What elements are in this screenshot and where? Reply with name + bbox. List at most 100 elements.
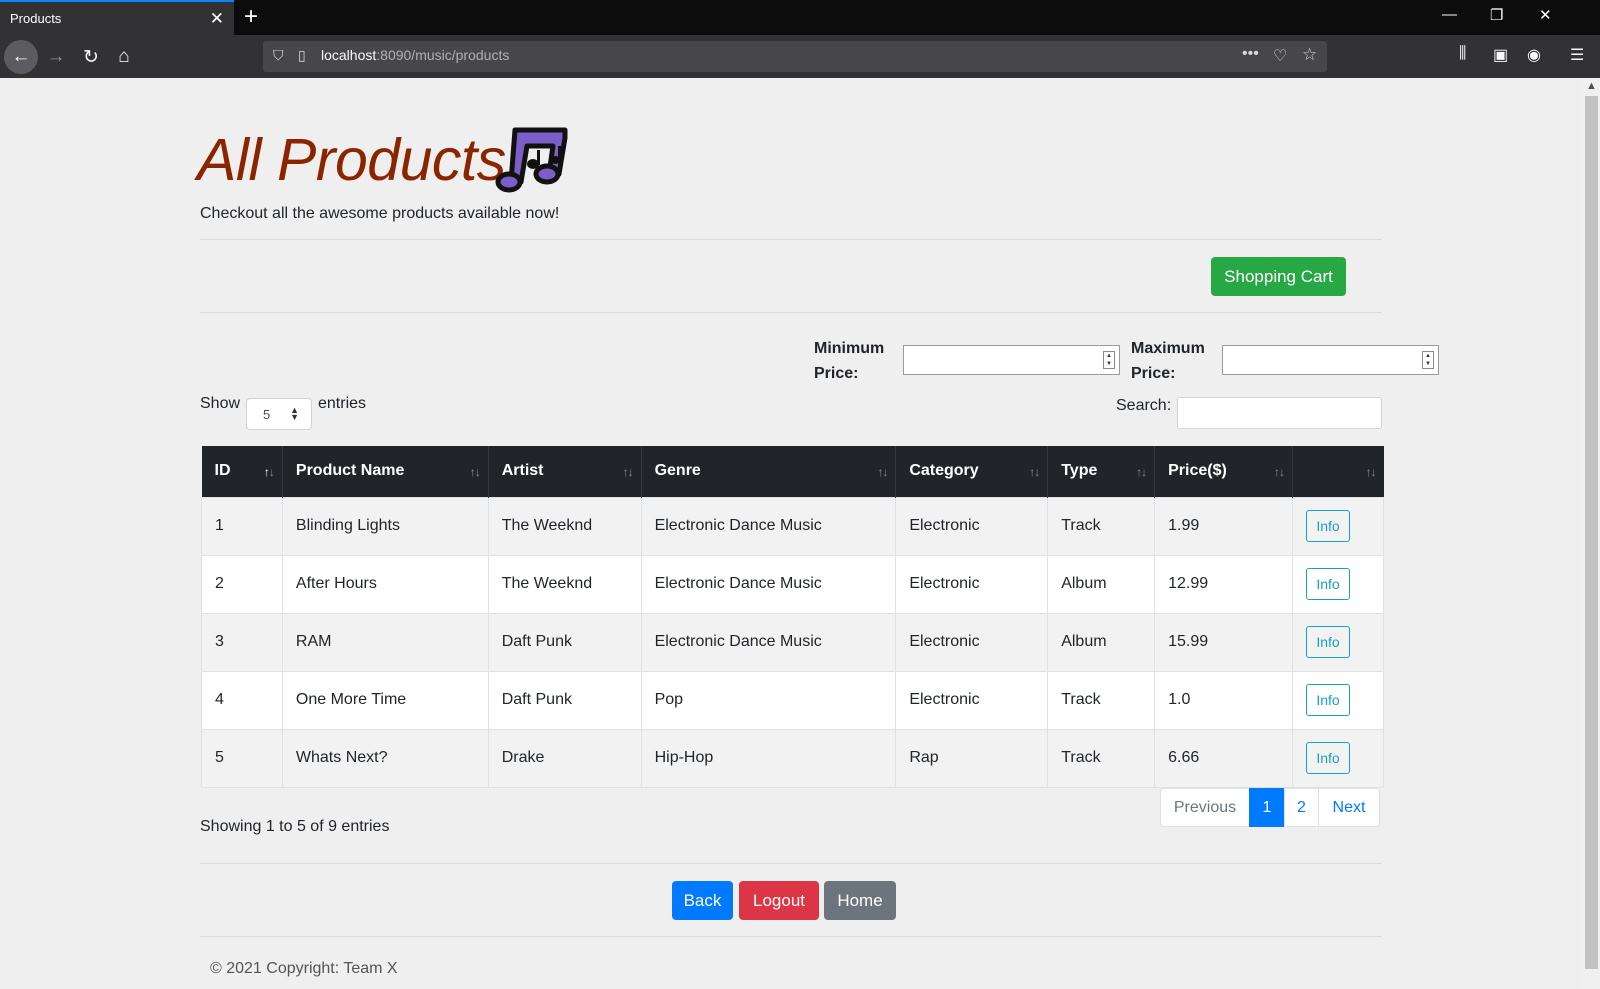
cell-id: 5 [201,728,283,788]
sort-icon: ↑↓ [1136,465,1147,479]
sort-icon: ↑↓ [877,465,888,479]
max-price-input[interactable]: ▲ ▼ [1222,345,1439,375]
entries-selected-value: 5 [263,406,271,422]
tab-title: Products [10,11,62,26]
shield-icon[interactable]: ⛉ [273,47,284,64]
info-button[interactable]: Info [1306,684,1351,716]
pagination-next[interactable]: Next [1318,788,1380,827]
cell-actions: Info [1292,496,1384,556]
cell-actions: Info [1292,670,1384,730]
forward-arrow-icon[interactable]: → [41,42,71,72]
products-table: ID ↑↓ Product Name ↑↓ Artist ↑↓ Genre ↑↓ Cat… [201,446,1384,788]
column-header-id[interactable]: ID ↑↓ [201,446,283,497]
restore-icon[interactable]: ❐ [1490,6,1503,24]
back-button[interactable]: Back [672,881,733,920]
cell-price: 15.99 [1154,612,1294,672]
pagination-page-1[interactable]: 1 [1249,788,1285,827]
back-arrow-icon[interactable]: ← [4,40,38,74]
scroll-up-icon[interactable]: ▲ [1586,80,1597,92]
cell-artist: The Weeknd [487,496,642,556]
table-header-row: ID ↑↓ Product Name ↑↓ Artist ↑↓ Genre ↑↓ Cat… [201,446,1384,497]
url-host: localhost [321,47,377,63]
cell-actions: Info [1292,612,1384,672]
max-price-label: Maximum Price: [1131,336,1205,386]
column-header-label: ID [214,462,231,480]
pocket-icon[interactable]: ♡ [1273,46,1287,66]
new-tab-icon[interactable]: + [244,3,258,31]
browser-tab-products[interactable]: Products ✕ [0,0,234,35]
column-header-artist[interactable]: Artist ↑↓ [487,446,642,497]
music-notes-icon [495,127,568,193]
browser-nav-bar: ← → ↻ ⌂ ⛉ ▯ localhost:8090/music/product… [0,35,1600,78]
info-button[interactable]: Info [1306,742,1351,774]
search-input[interactable] [1177,397,1382,429]
column-header-label: Price($) [1168,462,1227,480]
home-button[interactable]: Home [824,881,896,920]
info-button[interactable]: Info [1306,568,1351,600]
column-header-genre[interactable]: Genre ↑↓ [640,446,896,497]
cell-genre: Electronic Dance Music [640,612,897,672]
home-icon[interactable]: ⌂ [109,42,139,72]
column-header-label: Type [1061,462,1098,480]
account-icon[interactable]: ◉ [1527,45,1541,65]
window-close-icon[interactable]: ✕ [1539,6,1552,24]
page-title: All Products [197,127,506,193]
cell-price: 1.99 [1154,496,1294,556]
sort-icon: ↑↓ [1029,465,1040,479]
cell-id: 3 [201,612,283,672]
close-tab-icon[interactable]: ✕ [210,9,224,29]
cell-category: Electronic [895,496,1049,556]
library-icon[interactable]: ⫼ [1459,45,1466,63]
more-actions-icon[interactable]: ••• [1242,45,1259,63]
column-header-category[interactable]: Category ↑↓ [895,446,1048,497]
divider [200,239,1382,240]
divider [200,312,1382,313]
show-label: Show [200,395,241,412]
sidebar-icon[interactable]: ▣ [1493,45,1508,65]
divider [200,863,1382,864]
footer-copyright: © 2021 Copyright: Team X [210,960,398,977]
shopping-cart-button[interactable]: Shopping Cart [1211,257,1346,296]
scroll-thumb[interactable] [1585,96,1598,969]
pagination-page-2[interactable]: 2 [1284,788,1319,827]
column-header-label: Genre [654,462,701,480]
cell-genre: Hip-Hop [640,728,897,788]
cell-type: Album [1047,554,1156,614]
cell-category: Rap [895,728,1049,788]
info-button[interactable]: Info [1306,510,1351,542]
min-price-input[interactable]: ▲ ▼ [903,345,1120,375]
cell-actions: Info [1292,728,1384,788]
sort-icon: ↑↓ [1365,465,1377,479]
entries-select[interactable]: 5 ▲ ▼ [246,398,312,430]
cell-type: Track [1047,496,1156,556]
logout-button[interactable]: Logout [739,881,819,920]
address-bar[interactable]: ⛉ ▯ localhost:8090/music/products ••• ♡ … [263,41,1327,72]
page-scrollbar[interactable]: ▲ [1582,78,1600,989]
cell-actions: Info [1292,554,1384,614]
menu-icon[interactable]: ☰ [1570,45,1584,65]
cell-product-name: After Hours [281,554,489,614]
sort-icon: ↑↓ [622,465,634,479]
cell-genre: Electronic Dance Music [640,496,897,556]
column-header-price[interactable]: Price($) ↑↓ [1154,446,1293,497]
min-price-spinner-icon[interactable]: ▲ ▼ [1103,351,1115,369]
page-info-icon[interactable]: ▯ [298,47,306,64]
pagination-previous[interactable]: Previous [1160,788,1250,827]
minimize-icon[interactable]: — [1442,6,1457,23]
cell-product-name: Blinding Lights [281,496,489,556]
cell-artist: The Weeknd [487,554,642,614]
max-price-spinner-icon[interactable]: ▲ ▼ [1422,351,1434,369]
bookmark-star-icon[interactable]: ☆ [1302,45,1317,65]
cell-price: 12.99 [1154,554,1294,614]
column-header-product-name[interactable]: Product Name ↑↓ [281,446,489,497]
page-content: All Products Checkout all the awesome pr… [0,78,1582,989]
max-price-label-line1: Maximum [1131,340,1205,357]
table-row: 2 After Hours The Weeknd Electronic Danc… [201,554,1384,614]
info-button[interactable]: Info [1306,626,1351,658]
min-price-label-line1: Minimum [814,340,885,357]
reload-icon[interactable]: ↻ [76,42,106,72]
cell-type: Track [1047,728,1156,788]
column-header-actions[interactable]: ↑↓ [1292,446,1384,497]
cell-id: 2 [201,554,283,614]
column-header-type[interactable]: Type ↑↓ [1047,446,1155,497]
